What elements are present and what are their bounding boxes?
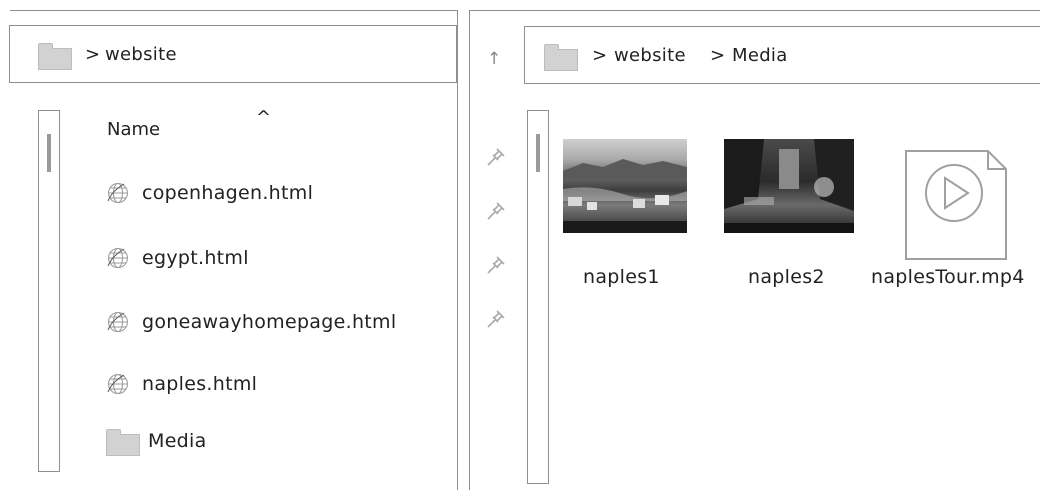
- scrollbar-thumb[interactable]: [536, 134, 540, 172]
- html-globe-icon: [107, 183, 128, 203]
- left-file-pane: > website ^ Name copenhagen.html egypt.h…: [9, 10, 458, 490]
- list-item-egypt[interactable]: egypt.html: [106, 241, 249, 275]
- photo-content: [563, 159, 687, 233]
- breadcrumb-separator: >: [710, 45, 726, 66]
- breadcrumb-website[interactable]: website: [614, 45, 686, 66]
- right-address-bar[interactable]: > website > Media: [524, 26, 1040, 84]
- left-scrollbar[interactable]: [38, 110, 60, 472]
- file-name: egypt.html: [142, 247, 249, 269]
- image-thumbnail-naples2[interactable]: [724, 139, 854, 233]
- file-name-naples2[interactable]: naples2: [748, 266, 825, 288]
- html-globe-icon: [107, 374, 128, 394]
- folder-icon: [38, 43, 72, 70]
- breadcrumb-website[interactable]: website: [105, 44, 177, 65]
- photo-content: [724, 139, 854, 233]
- sort-indicator[interactable]: ^: [256, 107, 271, 128]
- file-name-naplesTour[interactable]: naplesTour.mp4: [871, 266, 1025, 288]
- html-globe-icon: [107, 248, 128, 268]
- file-name-naples1[interactable]: naples1: [583, 266, 660, 288]
- pin-icon[interactable]: [484, 253, 508, 277]
- scrollbar-thumb[interactable]: [47, 134, 51, 172]
- up-arrow-icon[interactable]: ↑: [487, 49, 501, 69]
- html-globe-icon: [107, 312, 128, 332]
- column-header-name[interactable]: Name: [107, 119, 160, 140]
- list-item-copenhagen[interactable]: copenhagen.html: [106, 176, 313, 210]
- pin-icon[interactable]: [484, 199, 508, 223]
- left-address-bar[interactable]: > website: [9, 25, 457, 83]
- pin-icon[interactable]: [484, 307, 508, 331]
- list-item-goneawayhomepage[interactable]: goneawayhomepage.html: [106, 305, 396, 339]
- folder-icon: [106, 428, 140, 456]
- pin-icon[interactable]: [484, 145, 508, 169]
- folder-name: Media: [148, 430, 207, 452]
- file-name: naples.html: [142, 373, 258, 395]
- image-thumbnail-naples1[interactable]: [563, 139, 687, 233]
- file-name: copenhagen.html: [142, 182, 314, 204]
- file-name: goneawayhomepage.html: [142, 311, 397, 333]
- right-scrollbar[interactable]: [527, 110, 549, 484]
- list-item-naples[interactable]: naples.html: [106, 367, 257, 401]
- video-file-icon[interactable]: [904, 149, 1008, 261]
- right-file-pane: ↑ > website > Media naples1 naples2 napl…: [469, 10, 1040, 490]
- breadcrumb-media[interactable]: Media: [732, 45, 788, 66]
- breadcrumb-separator: >: [85, 44, 101, 65]
- folder-icon: [544, 44, 578, 71]
- list-item-media-folder[interactable]: Media: [106, 424, 207, 458]
- breadcrumb-separator: >: [592, 45, 608, 66]
